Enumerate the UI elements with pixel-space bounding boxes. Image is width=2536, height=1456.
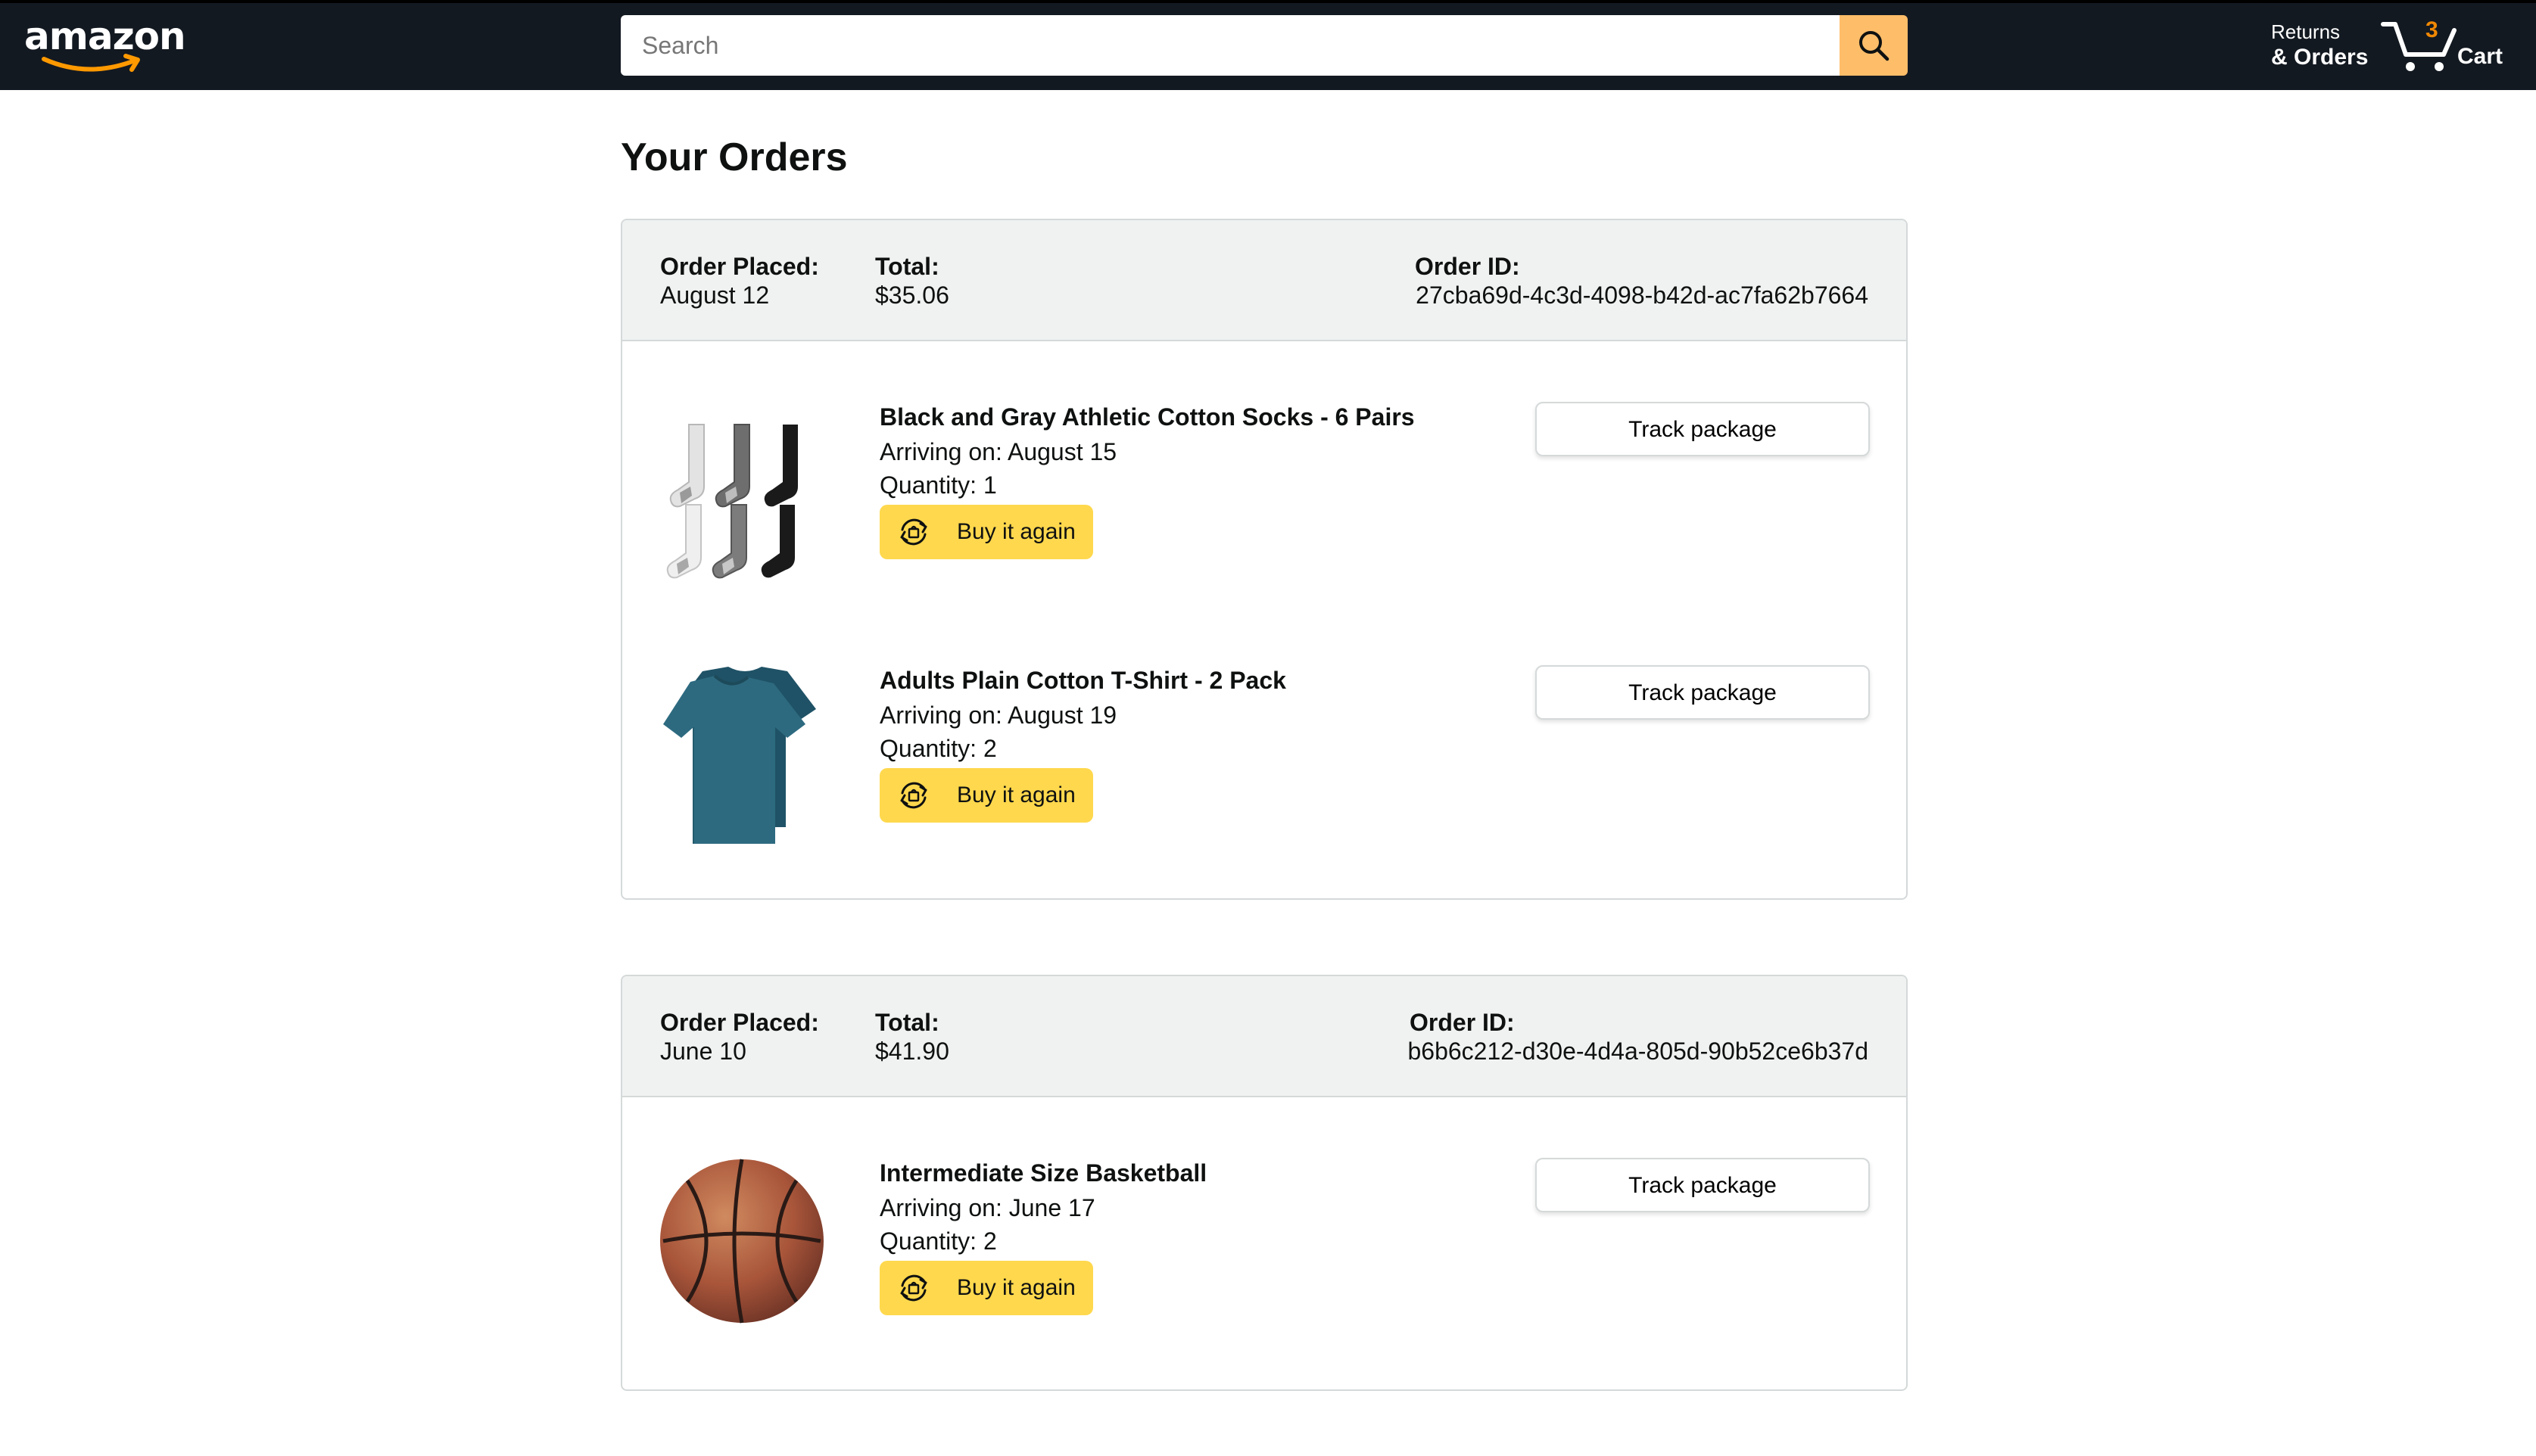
order-card: Order Placed: June 10 Total: $41.90 Orde… <box>621 975 1908 1391</box>
cart-link[interactable]: 3 Cart <box>2380 17 2516 77</box>
search-button[interactable] <box>1840 15 1908 76</box>
top-nav-bar: amazon Returns & Orders 3 Cart <box>0 0 2536 90</box>
product-name[interactable]: Adults Plain Cotton T-Shirt - 2 Pack <box>880 665 1286 695</box>
basketball-image <box>660 1159 824 1324</box>
cart-count: 3 <box>2425 17 2438 42</box>
t-shirt-image <box>663 667 816 844</box>
arrival-date: Arriving on: August 19 <box>880 702 1117 729</box>
logo-text: amazon <box>24 14 186 58</box>
order-total-label: Total: <box>875 1009 939 1036</box>
cart-icon <box>2381 22 2457 71</box>
order-total: $35.06 <box>875 282 949 309</box>
order-total-label: Total: <box>875 253 939 280</box>
cart-label: Cart <box>2457 44 2503 69</box>
buy-again-icon <box>900 1274 927 1302</box>
product-image-t-shirt[interactable] <box>657 665 831 847</box>
buy-again-label: Buy it again <box>957 782 1076 807</box>
buy-again-label: Buy it again <box>957 519 1076 544</box>
order-id-label: Order ID: <box>1410 1009 1515 1036</box>
buy-again-button[interactable]: Buy it again <box>880 1261 1093 1315</box>
order-placed-label: Order Placed: <box>660 1009 819 1036</box>
product-image-socks[interactable] <box>657 402 831 583</box>
arrival-date: Arriving on: August 15 <box>880 438 1117 465</box>
logo-smile-icon <box>42 54 140 72</box>
order-item: Intermediate Size Basketball Arriving on… <box>622 1158 1906 1377</box>
search-input[interactable] <box>621 15 1840 76</box>
order-placed-label: Order Placed: <box>660 253 819 280</box>
page-title: Your Orders <box>621 135 848 179</box>
quantity: Quantity: 2 <box>880 735 997 762</box>
buy-again-button[interactable]: Buy it again <box>880 505 1093 559</box>
order-date: June 10 <box>660 1038 746 1065</box>
returns-orders-link[interactable]: Returns & Orders <box>2271 20 2368 71</box>
order-total: $41.90 <box>875 1038 949 1065</box>
order-id: 27cba69d-4c3d-4098-b42d-ac7fa62b7664 <box>1416 282 1868 309</box>
search-icon <box>1859 31 1890 61</box>
socks-image <box>666 424 798 579</box>
orders-label: & Orders <box>2271 45 2369 70</box>
product-name[interactable]: Intermediate Size Basketball <box>880 1158 1207 1188</box>
order-item: Adults Plain Cotton T-Shirt - 2 Pack Arr… <box>622 665 1906 885</box>
order-id-label: Order ID: <box>1415 253 1520 280</box>
buy-again-icon <box>900 782 927 809</box>
buy-again-button[interactable]: Buy it again <box>880 768 1093 823</box>
buy-again-icon <box>900 518 927 546</box>
amazon-logo[interactable]: amazon <box>24 14 186 74</box>
order-header: Order Placed: August 12 Total: $35.06 Or… <box>622 220 1906 341</box>
track-package-button[interactable]: Track package <box>1535 665 1870 720</box>
product-name[interactable]: Black and Gray Athletic Cotton Socks - 6… <box>880 402 1415 432</box>
buy-again-label: Buy it again <box>957 1275 1076 1300</box>
order-card: Order Placed: August 12 Total: $35.06 Or… <box>621 219 1908 900</box>
quantity: Quantity: 2 <box>880 1227 997 1255</box>
arrival-date: Arriving on: June 17 <box>880 1194 1095 1221</box>
order-item: Black and Gray Athletic Cotton Socks - 6… <box>622 402 1906 621</box>
product-image-basketball[interactable] <box>657 1158 831 1339</box>
order-header: Order Placed: June 10 Total: $41.90 Orde… <box>622 976 1906 1097</box>
order-id: b6b6c212-d30e-4d4a-805d-90b52ce6b37d <box>1407 1038 1868 1065</box>
track-package-button[interactable]: Track package <box>1535 1158 1870 1212</box>
returns-label: Returns <box>2271 20 2341 43</box>
quantity: Quantity: 1 <box>880 471 997 499</box>
search-bar <box>621 15 1908 76</box>
track-package-button[interactable]: Track package <box>1535 402 1870 456</box>
order-date: August 12 <box>660 282 770 309</box>
